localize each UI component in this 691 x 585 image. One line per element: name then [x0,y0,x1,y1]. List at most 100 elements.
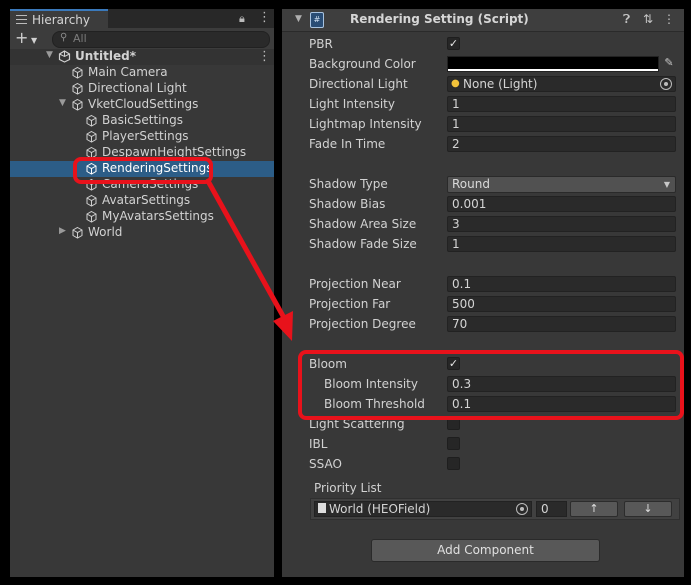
prop-ibl: IBL [282,435,684,455]
dropdown-value: Round [452,177,490,191]
projection-far-field[interactable]: 500 [447,296,676,312]
projection-degree-field[interactable]: 70 [447,316,676,332]
lock-icon[interactable]: 🔒︎ [239,12,245,26]
prop-projection-degree: Projection Degree 70 [282,315,684,335]
shadow-type-dropdown[interactable]: Round ▼ [447,176,676,193]
hierarchy-item-avatarsettings[interactable]: AvatarSettings [10,193,274,209]
field-value: 3 [452,217,460,231]
hierarchy-item-vketcloudsettings[interactable]: ▼ VketCloudSettings [10,97,274,113]
field-value: 70 [452,317,468,331]
prop-label: Lightmap Intensity [309,117,422,131]
search-icon: ⚲ [60,32,68,43]
lightmap-intensity-field[interactable]: 1 [447,116,676,132]
prop-ssao: SSAO [282,455,684,475]
search-input[interactable]: ⚲ All [52,31,270,48]
fade-in-time-field[interactable]: 2 [447,136,676,152]
object-picker-icon[interactable] [660,78,672,90]
hierarchy-item-directional-light[interactable]: Directional Light [10,81,274,97]
highlight-bloom-settings [298,350,684,420]
shadow-fade-size-field[interactable]: 1 [447,236,676,252]
expand-arrow-icon[interactable]: ▼ [59,98,66,108]
prop-fade-in-time: Fade In Time 2 [282,135,684,155]
hierarchy-item-label: AvatarSettings [102,193,191,207]
hierarchy-tab-label: Hierarchy [32,13,91,27]
chevron-down-icon: ▼ [663,180,670,189]
create-button[interactable]: + ▼ [15,30,45,47]
shadow-bias-field[interactable]: 0.001 [447,196,676,212]
shadow-area-size-field[interactable]: 3 [447,216,676,232]
projection-near-field[interactable]: 0.1 [447,276,676,292]
priority-object-field[interactable]: World (HEOField) [314,501,532,517]
prop-label: SSAO [309,457,342,471]
prop-label: Projection Degree [309,317,416,331]
field-value: None (Light) [463,77,538,91]
expand-arrow-icon[interactable]: ▶ [59,226,66,236]
eyedropper-icon[interactable]: ✎ [662,56,676,72]
highlight-renderingsettings [73,157,213,184]
field-value: World (HEOField) [329,502,431,516]
hierarchy-item-label: VketCloudSettings [88,97,199,111]
object-picker-icon[interactable] [516,503,528,515]
hierarchy-panel: Hierarchy 🔒︎ ⋮ + ▼ ⚲ All ▼ Untitled* ⋮ Ma… [10,9,274,577]
light-bulb-icon: ● [451,78,460,89]
hierarchy-item-playersettings[interactable]: PlayerSettings [10,129,274,145]
move-down-button[interactable]: ↓ [624,501,672,517]
foldout-arrow-icon[interactable]: ▼ [295,14,302,24]
hierarchy-item-main-camera[interactable]: Main Camera [10,65,274,81]
ssao-checkbox[interactable] [447,457,460,470]
more-menu-icon[interactable]: ⋮ [258,10,271,25]
expand-arrow-icon[interactable]: ▼ [46,50,53,60]
preset-icon[interactable]: ⇅ [643,12,653,26]
inspector-panel: ▼ # Rendering Setting (Script) ❓︎ ⇅ ⋮ PB… [282,9,684,577]
prop-label: Shadow Area Size [309,217,417,231]
scene-row[interactable]: ▼ Untitled* ⋮ [10,49,274,65]
hierarchy-item-label: MyAvatarsSettings [102,209,214,223]
chevron-down-icon: ▼ [31,36,38,45]
hierarchy-item-label: World [88,225,123,239]
ibl-checkbox[interactable] [447,437,460,450]
script-icon: # [310,12,324,28]
gameobject-icon [72,226,83,239]
script-file-icon [318,503,326,513]
hierarchy-tab[interactable]: Hierarchy [10,9,108,28]
directional-light-object-field[interactable]: ● None (Light) [447,76,676,92]
gameobject-icon [72,82,83,95]
hierarchy-item-label: BasicSettings [102,113,183,127]
hierarchy-tabbar: Hierarchy 🔒︎ ⋮ [10,9,274,28]
prop-label: Shadow Type [309,177,388,191]
hierarchy-item-world[interactable]: ▶ World [10,225,274,241]
unity-scene-icon [58,50,71,63]
prop-label: PBR [309,37,333,51]
gameobject-icon [72,66,83,79]
scene-more-icon[interactable]: ⋮ [258,49,271,64]
background-color-field[interactable] [447,56,659,72]
component-title: Rendering Setting (Script) [350,12,529,26]
scene-name: Untitled* [75,49,136,63]
hierarchy-item-myavatarssettings[interactable]: MyAvatarsSettings [10,209,274,225]
gameobject-icon [86,194,97,207]
priority-number-field[interactable]: 0 [536,501,567,517]
field-value: 0.1 [452,277,472,291]
prop-label: Light Intensity [309,97,395,111]
field-value: 500 [452,297,475,311]
more-menu-icon[interactable]: ⋮ [663,12,675,26]
component-header[interactable]: ▼ # Rendering Setting (Script) ❓︎ ⇅ ⋮ [282,9,684,32]
prop-shadow-type: Shadow Type Round ▼ [282,175,684,195]
prop-shadow-bias: Shadow Bias 0.001 [282,195,684,215]
prop-projection-far: Projection Far 500 [282,295,684,315]
light-intensity-field[interactable]: 1 [447,96,676,112]
field-value: 1 [452,237,460,251]
field-value: 1 [452,97,460,111]
pbr-checkbox[interactable]: ✓ [447,37,460,50]
hierarchy-item-basicsettings[interactable]: BasicSettings [10,113,274,129]
prop-pbr: PBR ✓ [282,35,684,55]
search-placeholder: All [73,32,87,45]
prop-background-color: Background Color ✎ [282,55,684,75]
priority-list: World (HEOField) 0 ↑ ↓ [310,498,680,520]
help-icon[interactable]: ❓︎ [623,12,630,27]
gameobject-icon [86,114,97,127]
move-up-button[interactable]: ↑ [570,501,618,517]
priority-list-label: Priority List [314,481,382,495]
gameobject-icon [72,98,83,111]
add-component-button[interactable]: Add Component [371,539,600,562]
